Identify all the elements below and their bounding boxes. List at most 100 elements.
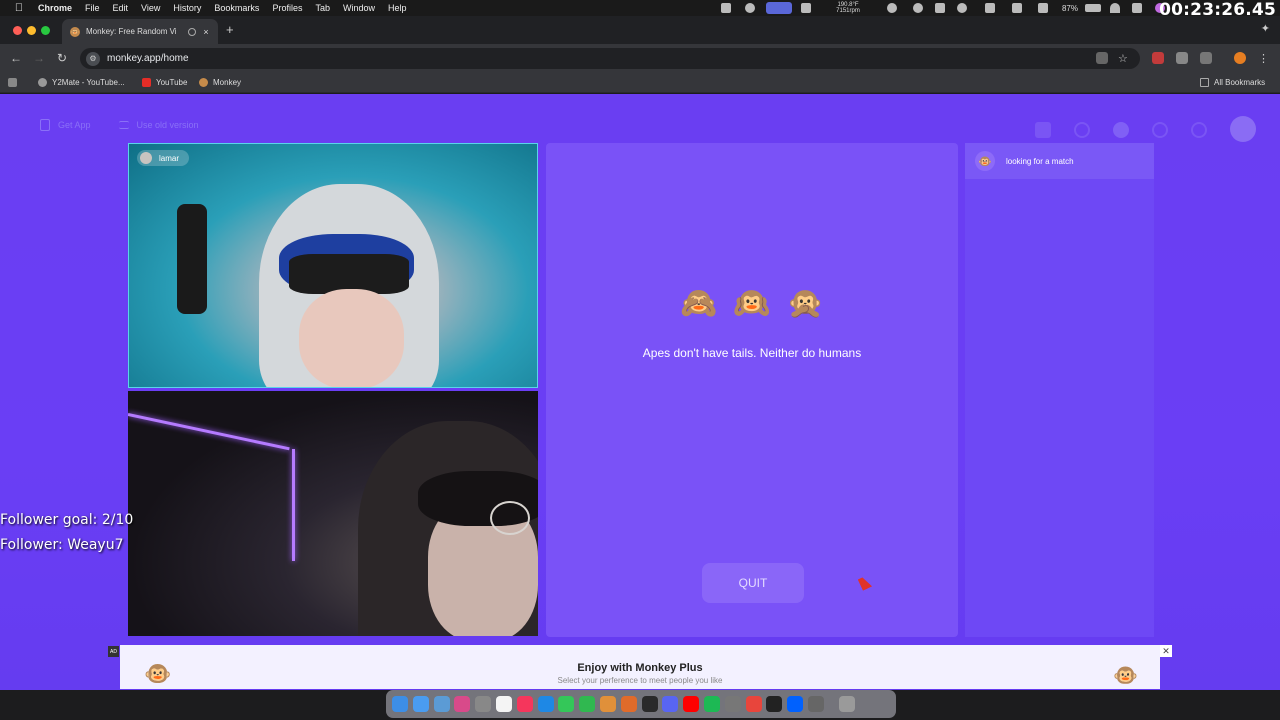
temp-readout: 190.8°F 7151rpm (826, 2, 870, 14)
wifi-icon[interactable] (1108, 2, 1122, 14)
apple-icon[interactable]:  (12, 1, 26, 15)
dock-calculator-icon[interactable] (475, 696, 492, 712)
coins-icon[interactable] (1113, 122, 1129, 138)
history-icon[interactable] (1152, 122, 1168, 138)
url-text: monkey.app/home (107, 53, 189, 64)
reload-icon[interactable]: ↻ (57, 51, 67, 65)
dock-mail-icon[interactable] (433, 696, 450, 712)
bookmark-monkey-label: Monkey (213, 78, 242, 87)
bookmark-y2mate[interactable]: Y2Mate - YouTube... (38, 78, 125, 87)
dock-garageband-icon[interactable] (620, 696, 637, 712)
bookmark-youtube[interactable]: YouTube (142, 78, 187, 87)
monkey-avatar-icon: 🐵 (975, 151, 995, 171)
dock-facetime-icon[interactable] (579, 696, 596, 712)
match-status-text: looking for a match (1006, 156, 1074, 166)
status-icon-c[interactable] (886, 2, 898, 14)
menu-history[interactable]: History (173, 3, 201, 13)
old-version-link[interactable]: Use old version (118, 120, 199, 130)
bookmark-star-icon[interactable]: ☆ (1118, 52, 1130, 65)
close-window-button[interactable] (13, 26, 22, 35)
dock-notes-icon[interactable] (495, 696, 512, 712)
shop-icon[interactable] (1035, 122, 1051, 138)
dock-terminal-icon[interactable] (766, 696, 783, 712)
bookmark-monkey[interactable]: Monkey (199, 78, 241, 87)
site-info-icon[interactable]: ⚙ (86, 51, 100, 66)
dock-messages-icon[interactable] (558, 696, 575, 712)
back-icon[interactable]: ← (10, 51, 22, 65)
screen-share-icon[interactable] (766, 2, 792, 14)
status-icon-b[interactable] (744, 2, 756, 14)
dock-photos-icon[interactable] (454, 696, 471, 712)
dropbox-icon[interactable] (800, 2, 812, 14)
dock-logic-icon[interactable] (641, 696, 658, 712)
eye-icon[interactable] (1191, 122, 1207, 138)
ad-close-button[interactable]: ✕ (1160, 645, 1172, 657)
menu-bookmarks[interactable]: Bookmarks (214, 3, 259, 13)
dock (386, 690, 896, 718)
extension-shield-icon[interactable] (1176, 52, 1188, 64)
all-bookmarks[interactable]: All Bookmarks (1200, 78, 1265, 87)
dock-safari-icon[interactable] (412, 696, 429, 712)
user-avatar[interactable] (1230, 116, 1256, 142)
dock-music-icon[interactable] (516, 696, 533, 712)
menu-view[interactable]: View (141, 3, 160, 13)
ad-label: AD (108, 646, 119, 657)
dock-discord-icon[interactable] (662, 696, 679, 712)
menu-help[interactable]: Help (388, 3, 407, 13)
dock-app-icon[interactable] (599, 696, 616, 712)
ad-banner[interactable]: 🐵 Enjoy with Monkey Plus Select your per… (120, 645, 1160, 689)
close-tab-icon[interactable]: × (200, 27, 212, 37)
eye-slash-icon[interactable] (1096, 52, 1108, 64)
menu-window[interactable]: Window (343, 3, 375, 13)
tagline-text: Apes don't have tails. Neither do humans (642, 346, 862, 360)
dock-chrome-icon[interactable] (745, 696, 762, 712)
zoom-window-button[interactable] (41, 26, 50, 35)
dock-appstore-icon[interactable] (537, 696, 554, 712)
ad-subtitle: Select your perference to meet people yo… (557, 676, 723, 685)
control-center-icon[interactable] (1130, 2, 1144, 14)
tab-search-icon[interactable]: ✦ (1261, 22, 1270, 35)
menu-file[interactable]: File (85, 3, 100, 13)
get-app-label: Get App (58, 120, 91, 130)
apps-grid-icon[interactable] (8, 78, 22, 87)
dock-preview-icon[interactable] (807, 696, 824, 712)
dock-finder-icon[interactable] (392, 696, 408, 712)
status-icon-a[interactable] (720, 2, 732, 14)
menu-app-chrome[interactable]: Chrome (38, 3, 72, 13)
airdrop-icon[interactable] (912, 2, 924, 14)
dock-youtube-icon[interactable] (683, 696, 700, 712)
play-icon[interactable] (956, 2, 968, 14)
volume-icon[interactable] (1010, 2, 1024, 14)
display-icon[interactable] (984, 2, 996, 14)
face-shape (299, 289, 404, 387)
profile-avatar[interactable] (1234, 52, 1246, 64)
dock-settings-icon[interactable] (724, 696, 741, 712)
glasses-shape (490, 501, 530, 535)
menu-edit[interactable]: Edit (113, 3, 129, 13)
dock-trash-icon[interactable] (838, 696, 855, 712)
bookmarks-bar: Y2Mate - YouTube... YouTube Monkey All B… (0, 73, 1280, 93)
battery-percent: 87% (1061, 3, 1078, 13)
new-tab-button[interactable]: + (226, 22, 234, 37)
tab-monkey[interactable]: 🐵 Monkey: Free Random Vi × (62, 19, 218, 44)
address-bar[interactable]: ⚙ monkey.app/home (80, 48, 1140, 69)
minimize-window-button[interactable] (27, 26, 36, 35)
extensions-puzzle-icon[interactable] (1200, 52, 1212, 64)
quit-button[interactable]: QUIT (702, 563, 804, 603)
menu-tab[interactable]: Tab (315, 3, 330, 13)
extension-red-icon[interactable] (1152, 52, 1164, 64)
forward-icon[interactable]: → (33, 51, 45, 65)
more-menu-icon[interactable]: ⋮ (1258, 52, 1270, 65)
dock-dropbox-icon[interactable] (787, 696, 804, 712)
get-app-link[interactable]: Get App (40, 119, 91, 131)
swap-icon (118, 121, 129, 129)
battery-icon[interactable] (1084, 2, 1102, 14)
dock-spotify-icon[interactable] (703, 696, 720, 712)
monitor-icon[interactable] (1036, 2, 1050, 14)
bluetooth-icon[interactable] (934, 2, 946, 14)
monkey-icon: 🐵 (1113, 665, 1138, 687)
search-icon[interactable] (1074, 122, 1090, 138)
bookmark-youtube-label: YouTube (156, 78, 188, 87)
see-no-evil-monkey-icon: 🙈 (679, 287, 718, 320)
menu-profiles[interactable]: Profiles (272, 3, 302, 13)
